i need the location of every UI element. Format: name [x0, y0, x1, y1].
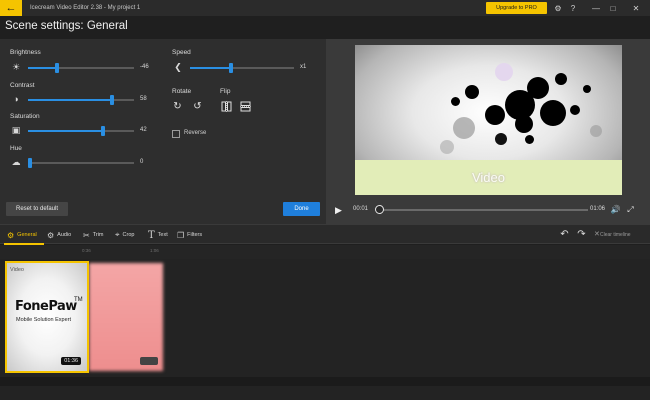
saturation-slider-thumb[interactable] [101, 126, 106, 136]
video-preview: Video [355, 45, 622, 195]
clip-duration: 01:36 [61, 357, 81, 365]
undo-icon[interactable]: ↶ [558, 228, 571, 241]
brightness-value: -46 [140, 64, 149, 70]
brightness-slider[interactable] [28, 63, 134, 73]
saturation-label: Saturation [10, 113, 40, 120]
timeline: Video FonePaw TM Mobile Solution Expert … [0, 259, 650, 400]
play-icon[interactable]: ▶ [335, 205, 345, 215]
player-controls: ▶ 00:01 01:06 🔊 ⤢ [326, 200, 650, 220]
hue-icon: ☁ [11, 156, 21, 167]
hue-value: 0 [140, 159, 144, 165]
ruler-tick: 0:36 [82, 248, 91, 253]
redo-icon[interactable]: ↷ [575, 228, 588, 241]
end-time: 01:06 [590, 206, 606, 212]
help-icon[interactable]: ? [567, 2, 579, 14]
back-button[interactable]: ← [0, 0, 22, 16]
reverse-label: Reverse [184, 130, 207, 136]
hue-slider-thumb[interactable] [28, 158, 33, 168]
clear-timeline-button[interactable]: Clear timeline [600, 232, 631, 238]
seek-thumb[interactable] [375, 205, 384, 214]
maximize-icon[interactable]: □ [607, 2, 619, 14]
sun-icon: ☀ [11, 61, 21, 72]
clip-logo-tm: TM [74, 297, 83, 303]
contrast-value: 58 [140, 96, 147, 102]
saturation-slider[interactable] [28, 126, 134, 136]
brightness-slider-thumb[interactable] [54, 63, 59, 73]
crop-icon: ⌖ [115, 230, 120, 239]
preview-caption: Video [471, 170, 505, 185]
preview-panel: Video [326, 39, 650, 224]
contrast-label: Contrast [10, 82, 35, 89]
saturation-value: 42 [140, 127, 147, 133]
text-icon: T [148, 229, 155, 241]
reset-button[interactable]: Reset to default [6, 202, 68, 216]
flip-vertical-icon[interactable] [239, 100, 252, 113]
contrast-slider[interactable] [28, 95, 134, 105]
speed-slider-thumb[interactable] [228, 63, 233, 73]
tab-text[interactable]: T Text [148, 229, 168, 241]
gear-icon[interactable]: ⚙ [552, 2, 564, 14]
timeline-track-bar [0, 377, 650, 386]
timeline-clip-selected[interactable]: Video FonePaw TM Mobile Solution Expert … [5, 261, 89, 373]
speedometer-icon: ❮ [174, 61, 182, 72]
timeline-clip[interactable] [89, 263, 163, 371]
reverse-checkbox[interactable] [172, 130, 180, 138]
filters-icon: ❐ [177, 230, 185, 240]
tab-crop[interactable]: ⌖ Crop [115, 229, 134, 241]
clip-logo: FonePaw [15, 299, 77, 314]
rotate-ccw-icon[interactable]: ↺ [191, 100, 204, 113]
minimize-icon[interactable]: — [590, 2, 602, 14]
toolbar: ⚙ General ⚙ Audio ✂ Trim ⌖ Crop T Text ❐ Filte… [0, 224, 650, 245]
close-icon[interactable]: ✕ [630, 2, 642, 14]
contrast-slider-thumb[interactable] [109, 95, 114, 105]
speed-label: Speed [172, 49, 191, 56]
current-time: 00:01 [353, 206, 369, 212]
hue-label: Hue [10, 145, 22, 152]
contrast-icon: ◑ [13, 94, 19, 104]
rotate-label: Rotate [172, 88, 192, 95]
tab-filters[interactable]: ❐ Filters [177, 229, 202, 241]
ruler-tick: 1:06 [150, 248, 159, 253]
upgrade-button[interactable]: Upgrade to PRO [486, 2, 547, 14]
clear-icon[interactable]: ✕ [594, 230, 600, 238]
clip-duration-badge [140, 357, 158, 365]
speed-slider[interactable] [190, 63, 294, 73]
gear-icon: ⚙ [7, 230, 15, 240]
hue-slider[interactable] [28, 158, 134, 168]
rotate-cw-icon[interactable]: ↻ [171, 100, 184, 113]
page-title: Scene settings: General [5, 20, 128, 32]
flip-horizontal-icon[interactable] [220, 100, 233, 113]
scissors-icon: ✂ [83, 230, 90, 240]
done-button[interactable]: Done [283, 202, 320, 216]
flip-label: Flip [220, 88, 231, 95]
brightness-label: Brightness [10, 49, 41, 56]
speed-value: x1 [300, 64, 307, 70]
seek-bar[interactable] [378, 209, 588, 211]
audio-icon: ⚙ [47, 230, 55, 240]
tab-audio[interactable]: ⚙ Audio [47, 229, 71, 241]
tab-general[interactable]: ⚙ General [7, 229, 37, 241]
timeline-ruler: 0:36 1:06 [0, 245, 650, 259]
arrow-left-icon: ← [5, 2, 17, 14]
clip-tagline: Mobile Solution Expert [16, 317, 72, 323]
volume-icon[interactable]: 🔊 [610, 204, 621, 215]
fullscreen-icon[interactable]: ⤢ [625, 204, 636, 215]
saturation-icon: ▣ [11, 124, 21, 135]
app-title: Icecream Video Editor 2.38 - My project … [30, 5, 141, 11]
clip-label: Video [10, 267, 24, 273]
tab-trim[interactable]: ✂ Trim [83, 229, 104, 241]
